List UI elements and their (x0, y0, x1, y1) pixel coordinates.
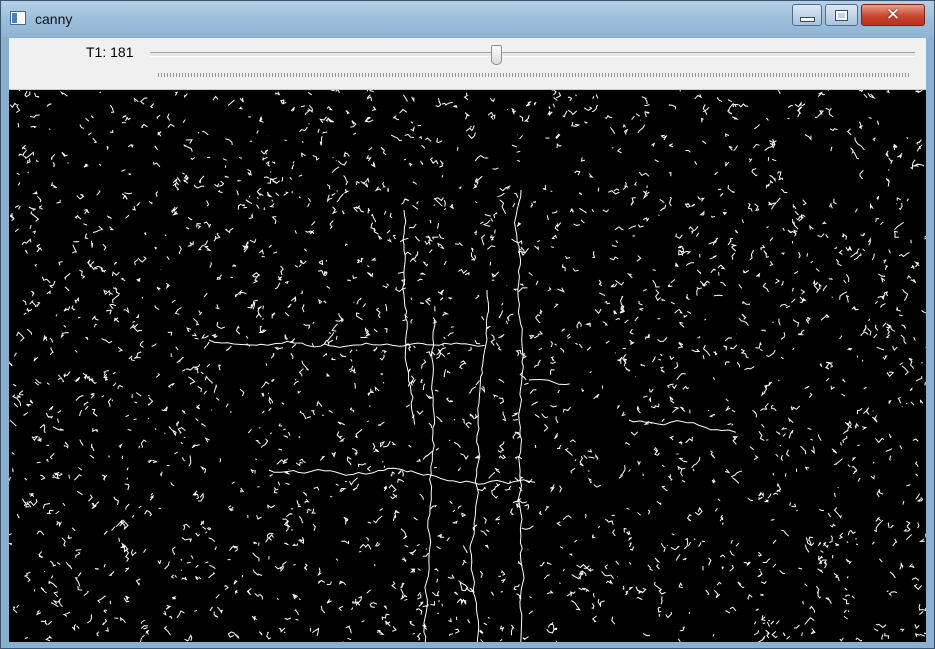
minimize-button[interactable] (792, 4, 822, 26)
window-title: canny (35, 11, 73, 27)
trackbar-thumb[interactable] (491, 45, 503, 65)
canny-edge-image (9, 90, 926, 642)
maximize-button[interactable] (825, 4, 858, 26)
title-bar[interactable]: canny ✕ (1, 1, 934, 37)
minimize-icon (799, 17, 815, 22)
edge-lines (9, 90, 926, 642)
trackbar-panel: T1: 181 (9, 38, 926, 90)
maximize-icon (835, 9, 848, 21)
canny-window: canny ✕ T1: 181 (0, 0, 935, 649)
app-window-icon[interactable] (10, 11, 26, 25)
trackbar-slider[interactable] (150, 52, 915, 57)
close-icon: ✕ (885, 5, 901, 25)
trackbar-label: T1: 181 (86, 44, 134, 60)
edge-image-canvas (9, 90, 926, 642)
close-button[interactable]: ✕ (861, 4, 925, 26)
trackbar-ticks (158, 73, 909, 77)
